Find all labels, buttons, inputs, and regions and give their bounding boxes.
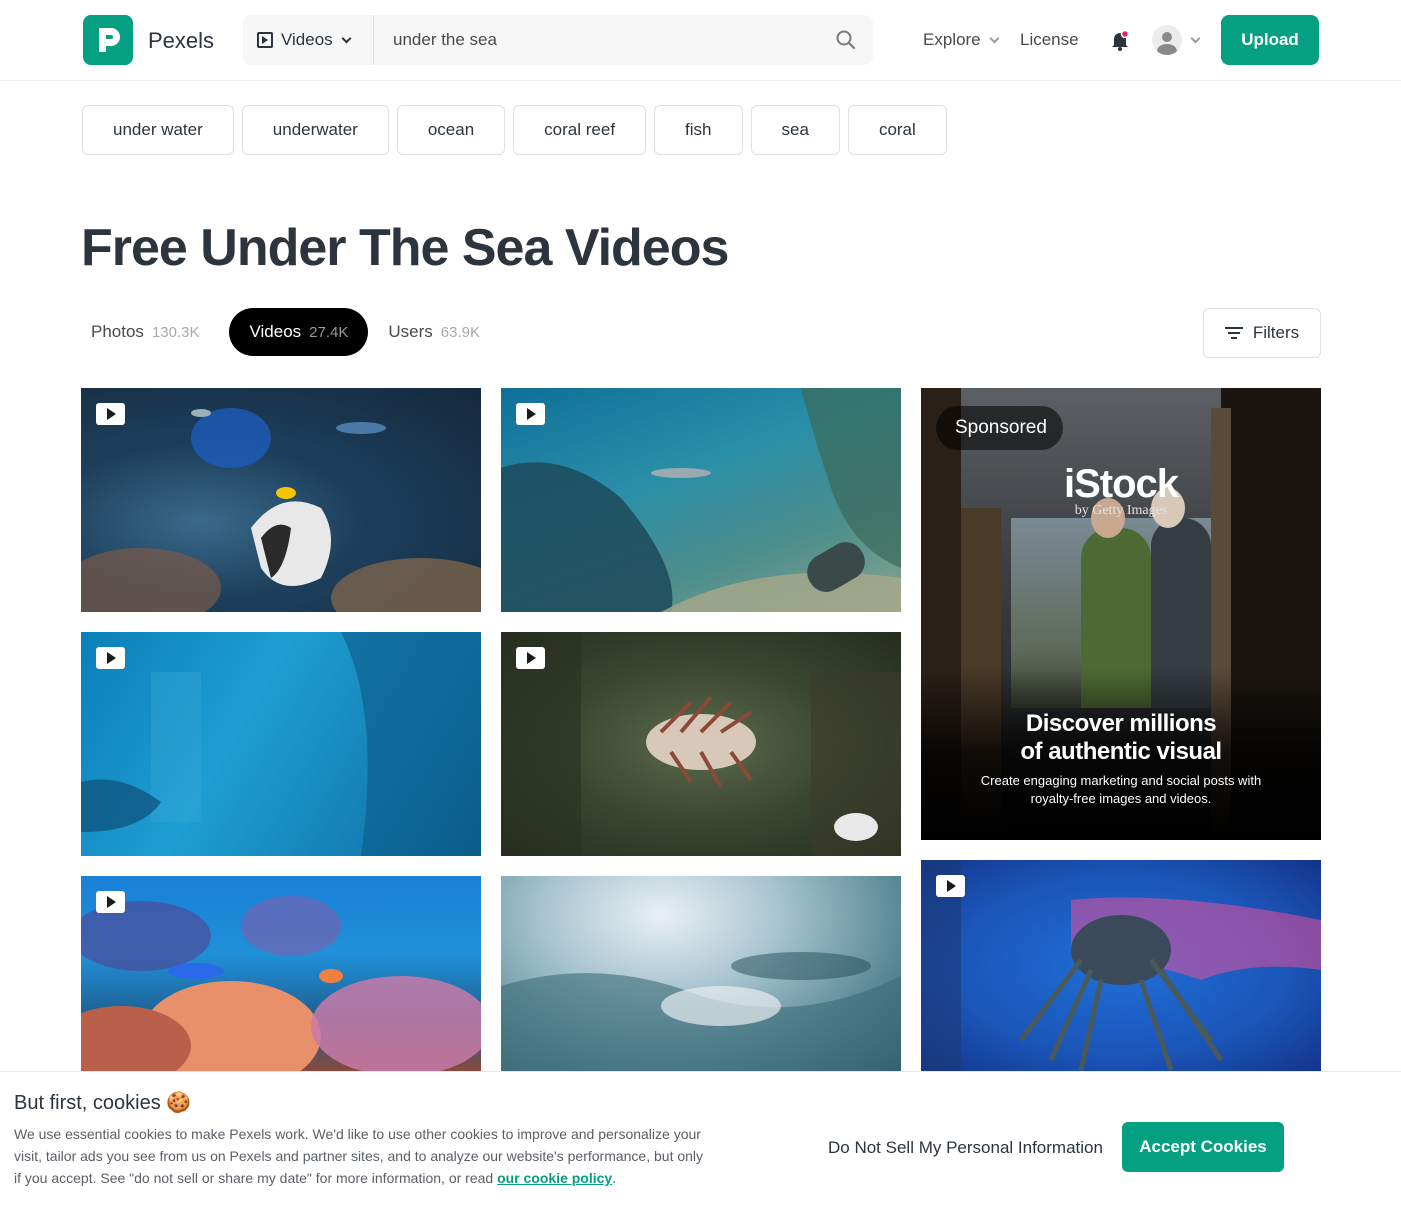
- related-chip[interactable]: coral: [847, 105, 947, 155]
- media-type-dropdown[interactable]: Videos: [243, 15, 374, 65]
- tab-count: 130.3K: [151, 323, 200, 341]
- istock-logo-sub: by Getty Images: [1074, 503, 1168, 518]
- play-icon: [96, 403, 125, 425]
- tab-videos[interactable]: Videos 27.4K: [229, 308, 369, 356]
- cookie-period: .: [612, 1170, 617, 1186]
- crab-tank-scene: [921, 860, 1321, 1072]
- play-icon: [96, 647, 125, 669]
- nav-explore-label: Explore: [923, 30, 981, 49]
- play-icon: [516, 403, 545, 425]
- video-thumbnail[interactable]: [501, 876, 901, 1072]
- ad-headline-line: of authentic visual: [1020, 738, 1222, 765]
- tab-count: 63.9K: [440, 323, 480, 341]
- user-menu[interactable]: [1152, 25, 1201, 55]
- coral-reef-scene: [81, 896, 481, 1072]
- video-thumbnail[interactable]: [81, 388, 481, 612]
- user-avatar-icon: [1152, 25, 1182, 55]
- tab-count: 27.4K: [309, 323, 349, 341]
- nav-explore[interactable]: Explore: [923, 30, 1000, 50]
- tab-label: Users: [388, 322, 433, 341]
- video-thumbnail[interactable]: [921, 860, 1321, 1072]
- filters-label: Filters: [1252, 323, 1300, 342]
- cookie-banner: But first, cookies 🍪 We use essential co…: [0, 1071, 1401, 1226]
- video-thumbnail[interactable]: [501, 388, 901, 612]
- chevron-down-icon: [989, 33, 1000, 43]
- video-thumbnail[interactable]: [501, 632, 901, 856]
- related-searches: under water underwater ocean coral reef …: [82, 105, 947, 155]
- upload-button[interactable]: Upload: [1221, 15, 1319, 65]
- search-input[interactable]: [393, 29, 813, 51]
- tab-users[interactable]: Users 63.9K: [378, 308, 500, 356]
- related-chip[interactable]: fish: [654, 105, 743, 155]
- brand-name[interactable]: Pexels: [148, 28, 214, 54]
- media-type-label: Videos: [281, 30, 333, 49]
- filters-button[interactable]: Filters: [1203, 308, 1321, 358]
- video-thumbnail[interactable]: [81, 632, 481, 856]
- play-icon: [936, 875, 965, 897]
- sponsored-ad[interactable]: Sponsored iStock by Getty Images Discove…: [921, 388, 1321, 840]
- search-bar: Videos: [243, 15, 873, 65]
- accept-cookies-button[interactable]: Accept Cookies: [1122, 1122, 1284, 1172]
- bell-icon[interactable]: [1109, 29, 1131, 51]
- tab-photos[interactable]: Photos 130.3K: [81, 308, 219, 356]
- pexels-logo-icon[interactable]: [83, 15, 133, 65]
- related-chip[interactable]: under water: [82, 105, 234, 155]
- ad-subtext: Create engaging marketing and social pos…: [980, 773, 1262, 806]
- chevron-down-icon: [1190, 33, 1201, 43]
- cookie-title: But first, cookies 🍪: [14, 1092, 192, 1114]
- underwater-rocks-scene: [501, 388, 901, 612]
- search-icon[interactable]: [835, 29, 857, 51]
- media-tabs: Photos 130.3K Videos 27.4K Users 63.9K: [81, 308, 510, 356]
- site-header: Pexels Videos Explore License Upload: [0, 0, 1401, 81]
- lionfish-scene: [501, 632, 901, 856]
- related-chip[interactable]: sea: [750, 105, 840, 155]
- istock-logo: iStock: [1063, 462, 1179, 506]
- video-icon: [257, 32, 273, 48]
- nav-license[interactable]: License: [1020, 30, 1079, 50]
- aquarium-scene: [81, 408, 481, 612]
- filter-lines-icon: [1224, 327, 1243, 339]
- ad-headline-line: Discover millions: [1025, 710, 1217, 737]
- page-title: Free Under The Sea Videos: [81, 219, 729, 277]
- chevron-down-icon: [341, 33, 352, 43]
- ad-headline: Discover millions of authentic visual: [921, 710, 1321, 766]
- play-icon: [516, 647, 545, 669]
- related-chip[interactable]: coral reef: [513, 105, 647, 155]
- cookie-text: We use essential cookies to make Pexels …: [14, 1123, 704, 1189]
- tab-label: Videos: [249, 322, 302, 341]
- video-thumbnail[interactable]: [81, 876, 481, 1072]
- tab-label: Photos: [91, 322, 144, 341]
- sponsored-badge: Sponsored: [936, 406, 1063, 450]
- play-icon: [96, 891, 125, 913]
- related-chip[interactable]: underwater: [241, 105, 389, 155]
- do-not-sell-link[interactable]: Do Not Sell My Personal Information: [828, 1138, 1103, 1158]
- deep-water-scene: [81, 632, 481, 856]
- cookie-policy-link[interactable]: our cookie policy: [497, 1170, 612, 1186]
- related-chip[interactable]: ocean: [396, 105, 506, 155]
- water-surface-scene: [501, 952, 901, 1072]
